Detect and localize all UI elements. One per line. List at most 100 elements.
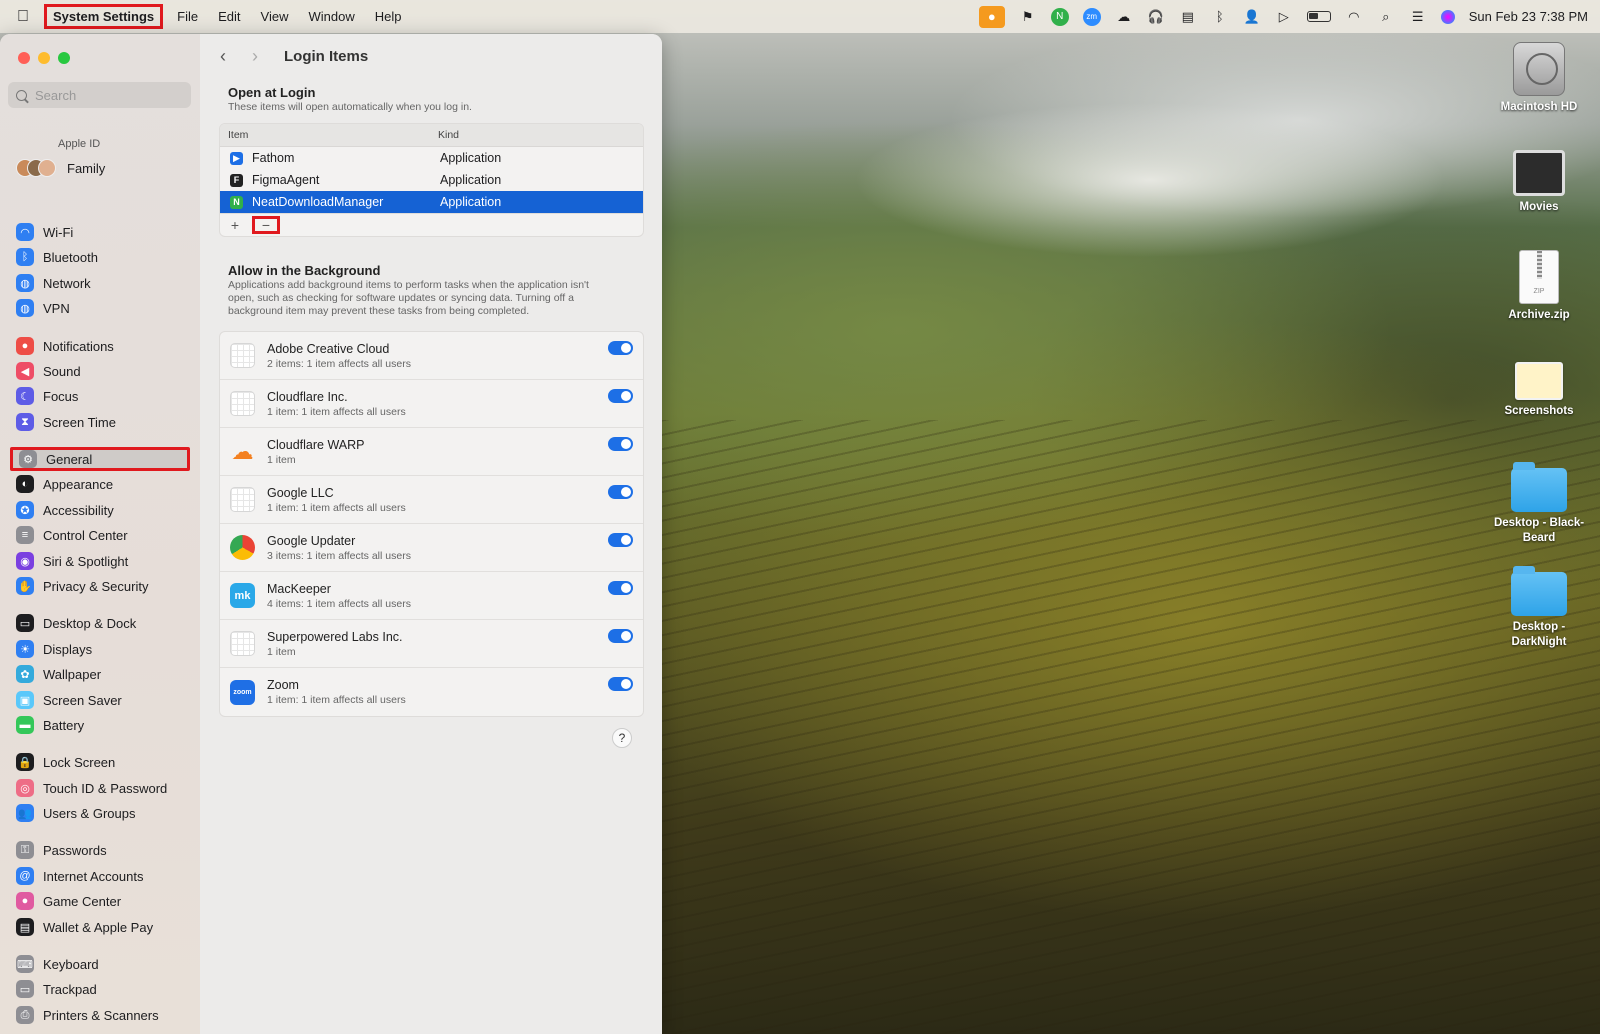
apple-id-label[interactable]: Apple ID xyxy=(58,138,100,150)
family-item[interactable]: Family xyxy=(16,159,105,177)
key-icon: ⚿ xyxy=(16,841,34,859)
table-row[interactable]: ▶ Fathom Application xyxy=(220,147,643,169)
desktop-icon-movies[interactable]: Movies xyxy=(1479,150,1599,215)
sidebar-item-keyboard[interactable]: ⌨ Keyboard xyxy=(10,952,190,976)
sidebar-item-focus[interactable]: ☾ Focus xyxy=(10,384,190,408)
background-toggle[interactable] xyxy=(608,581,633,595)
background-toggle[interactable] xyxy=(608,437,633,451)
speaker-icon: ◀ xyxy=(16,362,34,380)
menu-window[interactable]: Window xyxy=(298,6,364,27)
sidebar-item-printers-scanners[interactable]: ⎙ Printers & Scanners xyxy=(10,1003,190,1027)
sidebar-item-displays[interactable]: ☀ Displays xyxy=(10,637,190,661)
sidebar-item-wallet-apple-pay[interactable]: ▤ Wallet & Apple Pay xyxy=(10,915,190,939)
close-button[interactable] xyxy=(18,52,30,64)
menu-app-name[interactable]: System Settings xyxy=(44,4,164,29)
list-item: mk MacKeeper 4 items: 1 item affects all u… xyxy=(220,572,643,620)
sidebar-item-desktop-dock[interactable]: ▭ Desktop & Dock xyxy=(10,611,190,635)
mackeeper-icon: mk xyxy=(230,583,255,608)
minimize-button[interactable] xyxy=(38,52,50,64)
back-chevron-icon[interactable]: ‹ xyxy=(220,46,234,67)
sidebar-item-vpn[interactable]: ◍ VPN xyxy=(10,296,190,320)
family-label: Family xyxy=(67,160,106,176)
sidebar-item-passwords[interactable]: ⚿ Passwords xyxy=(10,838,190,862)
table-row[interactable]: N NeatDownloadManager Application xyxy=(220,191,643,213)
list-item-name: MacKeeper xyxy=(267,581,331,596)
search-input[interactable] xyxy=(35,87,175,103)
row-item-name: NeatDownloadManager xyxy=(252,195,384,209)
ndm-icon[interactable]: N xyxy=(1050,7,1069,26)
toolbar: ‹ › Login Items xyxy=(220,46,368,67)
sidebar-item-lock-screen[interactable]: 🔒 Lock Screen xyxy=(10,750,190,774)
column-item[interactable]: Item xyxy=(220,129,438,141)
sidebar-item-touch-id-password[interactable]: ◎ Touch ID & Password xyxy=(10,776,190,800)
row-kind-cell: Application xyxy=(440,173,502,187)
sidebar-item-network[interactable]: ◍ Network xyxy=(10,271,190,295)
sidebar-item-bluetooth[interactable]: ᛒ Bluetooth xyxy=(10,245,190,269)
page-title: Login Items xyxy=(284,48,369,65)
sidebar-item-siri-spotlight[interactable]: ◉ Siri & Spotlight xyxy=(10,549,190,573)
sidebar-search xyxy=(8,82,191,108)
add-item-button[interactable]: + xyxy=(226,216,244,234)
flag-icon[interactable]: ⚑ xyxy=(1019,8,1037,26)
sidebar-item-battery[interactable]: ▬ Battery xyxy=(10,713,190,737)
zoom-icon[interactable]: zm xyxy=(1082,7,1101,26)
desktop-icon-folder-black-beard[interactable]: Desktop - Black-Beard xyxy=(1479,462,1599,546)
sidebar-item-label: Internet Accounts xyxy=(43,868,144,884)
forward-chevron-icon[interactable]: › xyxy=(252,46,266,67)
table-row[interactable]: F FigmaAgent Application xyxy=(220,169,643,191)
background-toggle[interactable] xyxy=(608,389,633,403)
sidebar-item-wi-fi[interactable]: ◠ Wi-Fi xyxy=(10,220,190,244)
desktop-icon-folder-darknight[interactable]: Desktop - DarkNight xyxy=(1479,566,1599,650)
sidebar-item-privacy-security[interactable]: ✋ Privacy & Security xyxy=(10,574,190,598)
control-center-icon[interactable]: ☰ xyxy=(1409,8,1427,26)
sidebar-item-accessibility[interactable]: ✪ Accessibility xyxy=(10,498,190,522)
menu-edit[interactable]: Edit xyxy=(208,6,250,27)
sidebar-item-sound[interactable]: ◀ Sound xyxy=(10,359,190,383)
list-item: zoom Zoom 1 item: 1 item affects all users xyxy=(220,668,643,716)
apple-menu-icon[interactable]:  xyxy=(12,6,34,28)
sidebar-item-internet-accounts[interactable]: @ Internet Accounts xyxy=(10,864,190,888)
sidebar-item-label: Displays xyxy=(43,641,93,657)
play-icon[interactable]: ▷ xyxy=(1275,8,1293,26)
background-toggle[interactable] xyxy=(608,341,633,355)
background-toggle[interactable] xyxy=(608,533,633,547)
menu-view[interactable]: View xyxy=(251,6,299,27)
sidebar-item-notifications[interactable]: ● Notifications xyxy=(10,334,190,358)
sidebar-item-general[interactable]: ⚙ General xyxy=(10,447,190,471)
sidebar-item-users-groups[interactable]: 👥 Users & Groups xyxy=(10,801,190,825)
background-toggle[interactable] xyxy=(608,629,633,643)
background-toggle[interactable] xyxy=(608,485,633,499)
headphones-icon[interactable]: 🎧 xyxy=(1147,8,1165,26)
desktop-icon-screenshots[interactable]: Screenshots xyxy=(1479,362,1599,419)
sidebar-item-game-center[interactable]: ● Game Center xyxy=(10,889,190,913)
sidebar-item-wallpaper[interactable]: ✿ Wallpaper xyxy=(10,662,190,686)
battery-icon[interactable] xyxy=(1306,11,1331,22)
desktop-icon-macintosh-hd[interactable]: Macintosh HD xyxy=(1479,42,1599,115)
menu-file[interactable]: File xyxy=(167,6,208,27)
zoom-button[interactable] xyxy=(58,52,70,64)
siri-icon[interactable] xyxy=(1440,9,1455,24)
list-item-text: Cloudflare WARP 1 item xyxy=(267,438,365,466)
microphone-icon[interactable]: ● xyxy=(978,5,1005,28)
user-icon[interactable]: 👤 xyxy=(1243,8,1261,26)
sidebar-item-appearance[interactable]: ◐ Appearance xyxy=(10,472,190,496)
sidebar-item-control-center[interactable]: ≡ Control Center xyxy=(10,523,190,547)
menu-help[interactable]: Help xyxy=(365,6,412,27)
desktop-icon-archive-zip[interactable]: ZIP Archive.zip xyxy=(1479,250,1599,323)
remove-item-button[interactable]: − xyxy=(252,215,280,234)
bluetooth-icon[interactable]: ᛒ xyxy=(1211,8,1229,26)
sidebar-item-label: Trackpad xyxy=(43,981,97,997)
wifi-icon[interactable]: ◠ xyxy=(1345,8,1363,26)
help-button[interactable]: ? xyxy=(612,728,632,748)
background-toggle[interactable] xyxy=(608,677,633,691)
sidebar-item-trackpad[interactable]: ▭ Trackpad xyxy=(10,977,190,1001)
display-icon[interactable]: ▤ xyxy=(1179,8,1197,26)
sidebar-item-screen-time[interactable]: ⧗ Screen Time xyxy=(10,410,190,434)
vineyard-rows xyxy=(660,420,1600,1034)
app-icon: N xyxy=(230,195,243,209)
column-kind[interactable]: Kind xyxy=(438,129,459,141)
clock[interactable]: Sun Feb 23 7:38 PM xyxy=(1469,9,1588,24)
cloud-icon[interactable]: ☁ xyxy=(1115,8,1133,26)
search-icon[interactable]: ⌕ xyxy=(1377,8,1395,26)
sidebar-item-screen-saver[interactable]: ▣ Screen Saver xyxy=(10,688,190,712)
